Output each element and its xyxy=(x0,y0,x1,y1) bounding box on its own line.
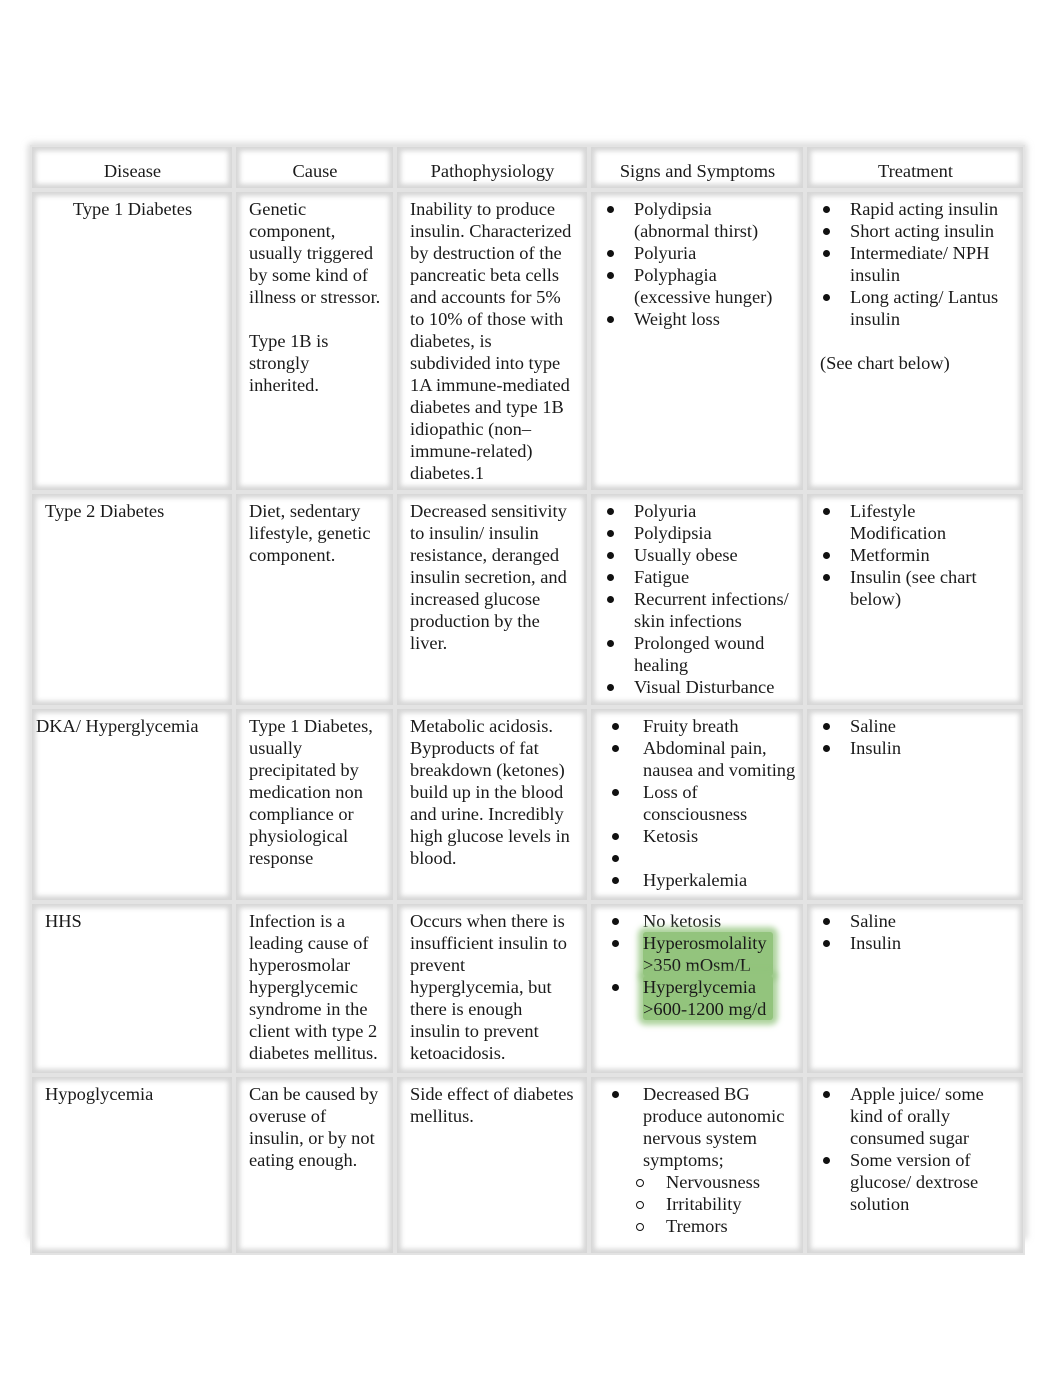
table-row: Hypoglycemia Can be caused by overuse of… xyxy=(30,1075,1025,1255)
list-item: Long acting/ Lantus insulin xyxy=(820,286,1011,330)
list-item: Ketosis xyxy=(604,825,799,847)
signs-list: Polyuria Polydipsia Usually obese Fatigu… xyxy=(604,500,791,698)
list-item: Decreased BG produce autonomic nervous s… xyxy=(604,1083,791,1171)
header-pathophysiology: Pathophysiology xyxy=(430,161,555,181)
table-row: DKA/ Hyperglycemia Type 1 Diabetes, usua… xyxy=(30,707,1025,902)
treatment-list: Rapid acting insulin Short acting insuli… xyxy=(820,198,1011,330)
treatment-list: Saline Insulin xyxy=(820,910,1011,954)
signs-list: No ketosis Hyperosmolality >350 mOsm/L H… xyxy=(604,910,791,1020)
list-item: No ketosis xyxy=(604,910,791,932)
list-item: Insulin xyxy=(820,932,1011,954)
list-item: Polyphagia (excessive hunger) xyxy=(604,264,791,308)
list-item: Hyperglycemia >600-1200 mg/d xyxy=(604,976,791,1020)
sub-list-item: Tremors xyxy=(604,1215,791,1237)
header-treatment: Treatment xyxy=(878,161,953,181)
list-item: Recurrent infections/ skin infections xyxy=(604,588,791,632)
cause-text: Type 1 Diabetes, usually precipitated by… xyxy=(249,716,373,868)
cause-text: Type 1B is strongly inherited. xyxy=(249,331,329,395)
sub-signs-list: Nervousness Irritability Tremors xyxy=(604,1171,791,1237)
cause-text: Genetic component, usually triggered by … xyxy=(249,199,381,307)
list-item: Insulin (see chart below) xyxy=(820,566,1011,610)
list-item: Polyuria xyxy=(604,242,791,264)
list-item: Polydipsia xyxy=(604,522,791,544)
sub-list-item: Nervousness xyxy=(604,1171,791,1193)
list-item: Polyuria xyxy=(604,500,791,522)
table-header-row: Disease Cause Pathophysiology Signs and … xyxy=(30,145,1025,190)
list-item: Visual Disturbance xyxy=(604,676,791,698)
disease-name: Type 2 Diabetes xyxy=(45,501,165,521)
table-row: Type 1 Diabetes Genetic component, usual… xyxy=(30,190,1025,492)
signs-list: Decreased BG produce autonomic nervous s… xyxy=(604,1083,791,1171)
signs-list: Polydipsia (abnormal thirst) Polyuria Po… xyxy=(604,198,791,330)
list-item: Fatigue xyxy=(604,566,791,588)
list-item: Rapid acting insulin xyxy=(820,198,1011,220)
list-item: Weight loss xyxy=(604,308,791,330)
highlighted-text: Hyperglycemia >600-1200 mg/d xyxy=(643,976,773,1020)
sub-list-item: Irritability xyxy=(604,1193,791,1215)
treatment-list: Apple juice/ some kind of orally consume… xyxy=(820,1083,1011,1215)
list-item: Usually obese xyxy=(604,544,791,566)
cause-text: Infection is a leading cause of hyperosm… xyxy=(249,911,378,1063)
list-item: Insulin xyxy=(820,737,1011,759)
list-item: Loss of consciousness xyxy=(604,781,799,825)
pathophysiology-text: Metabolic acidosis. Byproducts of fat br… xyxy=(410,716,570,868)
pathophysiology-text: Side effect of diabetes mellitus. xyxy=(410,1084,574,1126)
list-item: Polydipsia (abnormal thirst) xyxy=(604,198,791,242)
header-signs-and-symptoms: Signs and Symptoms xyxy=(619,161,776,181)
disease-name: Hypoglycemia xyxy=(45,1084,154,1104)
treatment-list: Saline Insulin xyxy=(820,715,1011,759)
table-row: Type 2 Diabetes Diet, sedentary lifestyl… xyxy=(30,492,1025,707)
list-item: Some version of glucose/ dextrose soluti… xyxy=(820,1149,1011,1215)
treatment-note: (See chart below) xyxy=(820,353,950,373)
list-item: Hyperosmolality >350 mOsm/L xyxy=(604,932,791,976)
list-item: Lifestyle Modification xyxy=(820,500,1011,544)
highlighted-text: Hyperosmolality >350 mOsm/L xyxy=(643,932,773,976)
disease-name: Type 1 Diabetes xyxy=(72,199,193,219)
list-item: Saline xyxy=(820,910,1011,932)
diabetes-comparison-table: Disease Cause Pathophysiology Signs and … xyxy=(30,145,1025,1255)
diabetes-comparison-table-frame: Disease Cause Pathophysiology Signs and … xyxy=(30,145,1025,1255)
treatment-list: Lifestyle Modification Metformin Insulin… xyxy=(820,500,1011,610)
header-disease: Disease xyxy=(103,161,162,181)
list-item: Fruity breath xyxy=(604,715,799,737)
cause-text: Diet, sedentary lifestyle, genetic compo… xyxy=(249,501,371,565)
signs-list: Fruity breath Abdominal pain, nausea and… xyxy=(604,715,799,891)
pathophysiology-text: Occurs when there is insufficient insuli… xyxy=(410,911,567,1063)
table-row: HHS Infection is a leading cause of hype… xyxy=(30,902,1025,1075)
list-item: Metformin xyxy=(820,544,1011,566)
list-item: Hyperkalemia xyxy=(604,869,799,891)
list-item: Prolonged wound healing xyxy=(604,632,791,676)
list-item: Short acting insulin xyxy=(820,220,1011,242)
header-cause: Cause xyxy=(292,161,338,181)
list-item: Intermediate/ NPH insulin xyxy=(820,242,1011,286)
pathophysiology-text: Inability to produce insulin. Characteri… xyxy=(410,199,572,483)
cause-text: Can be caused by overuse of insulin, or … xyxy=(249,1084,379,1170)
list-spacer xyxy=(604,847,799,869)
list-item: Saline xyxy=(820,715,1011,737)
list-item: Apple juice/ some kind of orally consume… xyxy=(820,1083,1011,1149)
disease-name: HHS xyxy=(45,911,82,931)
disease-name: DKA/ Hyperglycemia xyxy=(36,716,199,736)
list-item: Abdominal pain, nausea and vomiting xyxy=(604,737,799,781)
pathophysiology-text: Decreased sensitivity to insulin/ insuli… xyxy=(410,501,567,653)
